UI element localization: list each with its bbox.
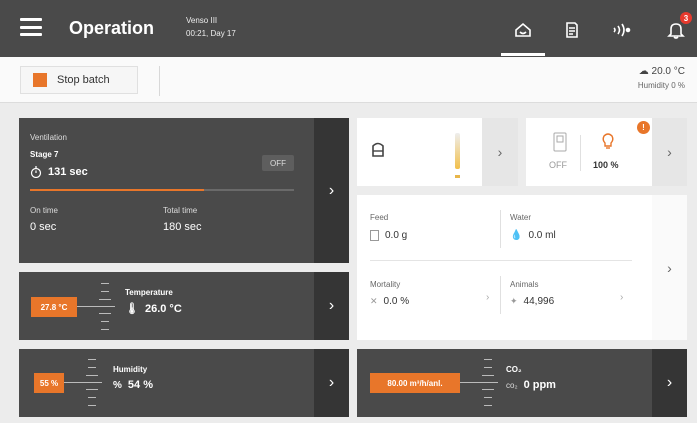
stop-batch-label: Stop batch — [57, 74, 110, 86]
gauge-connector — [460, 382, 478, 383]
feed-value: 0.0 g — [385, 230, 408, 241]
house-info: Venso III 00:21, Day 17 — [186, 14, 236, 40]
feed-reading: 0.0 g — [370, 230, 407, 241]
water-drop-icon: 💧 — [510, 230, 523, 241]
temperature-gauge — [95, 281, 115, 331]
ventilation-duration: 131 sec — [30, 166, 88, 178]
temperature-label: Temperature — [125, 288, 173, 297]
ventilation-title: Ventilation — [30, 133, 67, 142]
on-time-label: On time — [30, 206, 59, 215]
animals-value: 44,996 — [523, 296, 555, 307]
humidity-label: Humidity — [113, 365, 148, 374]
co2-setpoint: 80.00 m³/h/anl. — [370, 373, 460, 393]
active-tab-indicator — [501, 53, 545, 56]
outside-temperature-value: 20.0 °C — [651, 66, 685, 77]
ventilation-duration-value: 131 sec — [48, 166, 88, 178]
report-tab[interactable] — [556, 15, 588, 45]
divider — [580, 135, 581, 171]
mortality-chevron-icon[interactable]: › — [486, 292, 489, 303]
total-time-label: Total time — [163, 206, 198, 215]
divider — [370, 260, 632, 261]
stats-card[interactable] — [357, 195, 652, 340]
house-icon — [515, 22, 531, 37]
page-title: Operation — [69, 18, 155, 38]
lightbulb-icon — [599, 131, 617, 156]
animals-chevron-icon[interactable]: › — [620, 292, 623, 303]
time-day: 00:21, Day 17 — [186, 29, 236, 38]
mortality-label: Mortality — [370, 280, 401, 289]
animals-label: Animals — [510, 280, 539, 289]
light-warning-badge: ! — [637, 121, 650, 134]
co2-arrow-button[interactable]: › — [652, 349, 687, 417]
humidity-reading: % 54 % — [113, 379, 153, 391]
co2-value: 0 ppm — [523, 379, 556, 391]
on-time-value: 0 sec — [30, 221, 57, 233]
co2-icon: co₂ — [506, 380, 518, 390]
ventilation-progress-fill — [30, 189, 205, 191]
divider — [159, 66, 160, 96]
stop-batch-button[interactable]: Stop batch — [20, 66, 138, 94]
house-name: Venso III — [186, 16, 218, 25]
temperature-setpoint: 27.8 °C — [31, 297, 77, 317]
signal-icon — [613, 23, 631, 37]
humidity-setpoint: 55 % — [34, 373, 64, 393]
outside-temperature: ☁ 20.0 °C — [639, 66, 685, 77]
temperature-arrow-button[interactable]: › — [314, 272, 349, 340]
timer-icon — [30, 166, 42, 178]
notification-badge: 3 — [680, 12, 692, 24]
overview-tab[interactable] — [507, 15, 539, 45]
humidity-gauge — [82, 357, 102, 409]
water-reading: 💧 0.0 ml — [510, 230, 556, 241]
temperature-reading: 🌡 26.0 °C — [125, 302, 182, 316]
divider — [500, 210, 501, 248]
feed-level-indicator — [455, 133, 460, 169]
mortality-reading: ✕ 0.0 % — [370, 296, 409, 307]
feed-bag-icon — [370, 230, 379, 241]
total-time-value: 180 sec — [163, 221, 202, 233]
thermometer-icon: 🌡 — [125, 303, 139, 315]
feeder-arrow-button[interactable]: › — [482, 118, 518, 186]
stats-arrow-button[interactable]: › — [652, 195, 687, 340]
hamburger-menu-icon[interactable] — [20, 18, 42, 36]
ventilation-stage: Stage 7 — [30, 150, 59, 159]
mortality-icon: ✕ — [370, 296, 378, 306]
divider — [500, 276, 501, 314]
ventilation-state-badge: OFF — [262, 155, 294, 171]
light-switch-icon — [553, 132, 567, 157]
co2-label: CO₂ — [506, 365, 522, 374]
humidity-arrow-button[interactable]: › — [314, 349, 349, 417]
light-arrow-button[interactable]: › — [652, 118, 687, 186]
co2-reading: co₂ 0 ppm — [506, 379, 556, 391]
animals-icon: ✦ — [510, 296, 518, 306]
temperature-value: 26.0 °C — [144, 302, 182, 315]
animals-reading: ✦ 44,996 — [510, 296, 554, 307]
sensor-tab[interactable] — [606, 15, 638, 45]
ventilation-progress-track — [30, 189, 294, 191]
feeder-icon — [370, 140, 386, 165]
feed-level-dot — [455, 175, 460, 178]
cloud-icon: ☁ — [638, 66, 649, 77]
water-value: 0.0 ml — [528, 230, 556, 241]
outside-humidity: Humidity 0 % — [637, 81, 685, 90]
humidity-icon: % — [113, 379, 122, 391]
feed-label: Feed — [370, 213, 389, 222]
co2-gauge — [478, 357, 498, 409]
stop-square-icon — [33, 73, 47, 87]
document-icon — [566, 22, 578, 38]
water-label: Water — [510, 213, 532, 222]
gauge-connector — [64, 382, 82, 383]
ventilation-arrow-button[interactable]: › — [314, 118, 349, 263]
light-state: OFF — [549, 160, 567, 170]
light-card[interactable] — [526, 118, 652, 186]
gauge-connector — [77, 306, 95, 307]
mortality-value: 0.0 % — [383, 296, 410, 307]
light-level: 100 % — [593, 160, 619, 170]
humidity-value: 54 % — [127, 379, 153, 391]
